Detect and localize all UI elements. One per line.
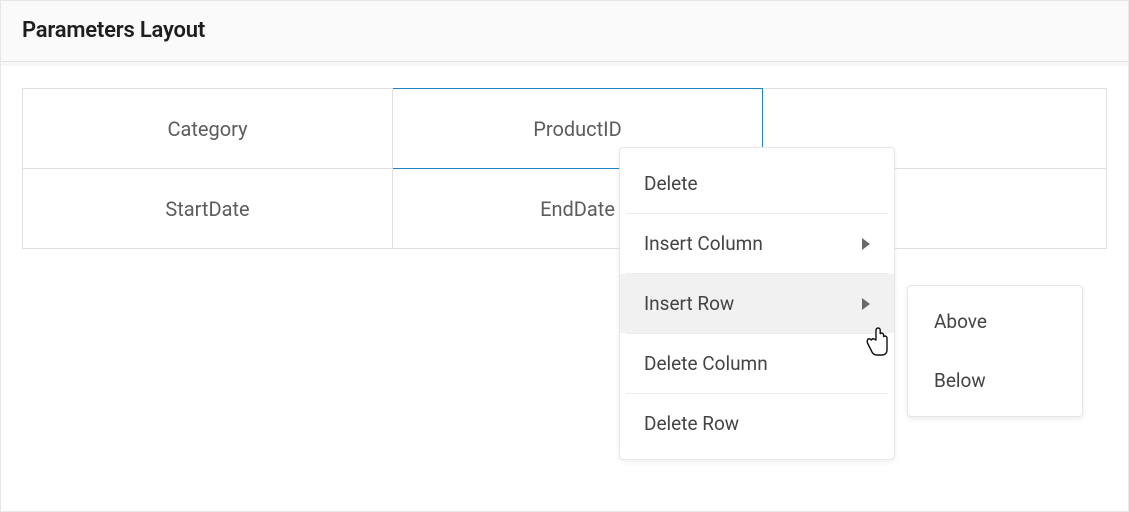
menu-item-label: Insert Column bbox=[644, 232, 763, 255]
panel-title: Parameters Layout bbox=[22, 18, 1107, 43]
menu-item-label: Delete bbox=[644, 172, 698, 195]
submenu-item-below[interactable]: Below bbox=[908, 351, 1082, 410]
submenu-item-above[interactable]: Above bbox=[908, 292, 1082, 351]
menu-item-label: Delete Row bbox=[644, 412, 739, 435]
menu-item-insert-row[interactable]: Insert Row bbox=[620, 274, 894, 333]
context-menu: Delete Insert Column Insert Row Delete C… bbox=[619, 147, 895, 460]
table-row: Category ProductID bbox=[23, 89, 1107, 169]
menu-item-label: Above bbox=[934, 310, 987, 333]
menu-item-insert-column[interactable]: Insert Column bbox=[620, 214, 894, 273]
param-cell-startdate[interactable]: StartDate bbox=[23, 169, 393, 249]
insert-row-submenu: Above Below bbox=[907, 285, 1083, 417]
chevron-right-icon bbox=[862, 298, 870, 310]
menu-item-label: Delete Column bbox=[644, 352, 768, 375]
menu-item-delete[interactable]: Delete bbox=[620, 154, 894, 213]
panel-header: Parameters Layout bbox=[0, 0, 1129, 62]
chevron-right-icon bbox=[862, 238, 870, 250]
parameters-layout-body: Category ProductID StartDate EndDate bbox=[0, 62, 1129, 249]
table-row: StartDate EndDate bbox=[23, 169, 1107, 249]
menu-item-delete-row[interactable]: Delete Row bbox=[620, 394, 894, 453]
parameters-grid: Category ProductID StartDate EndDate bbox=[22, 88, 1107, 249]
menu-item-label: Insert Row bbox=[644, 292, 734, 315]
menu-item-delete-column[interactable]: Delete Column bbox=[620, 334, 894, 393]
param-cell-category[interactable]: Category bbox=[23, 89, 393, 169]
menu-item-label: Below bbox=[934, 369, 986, 392]
